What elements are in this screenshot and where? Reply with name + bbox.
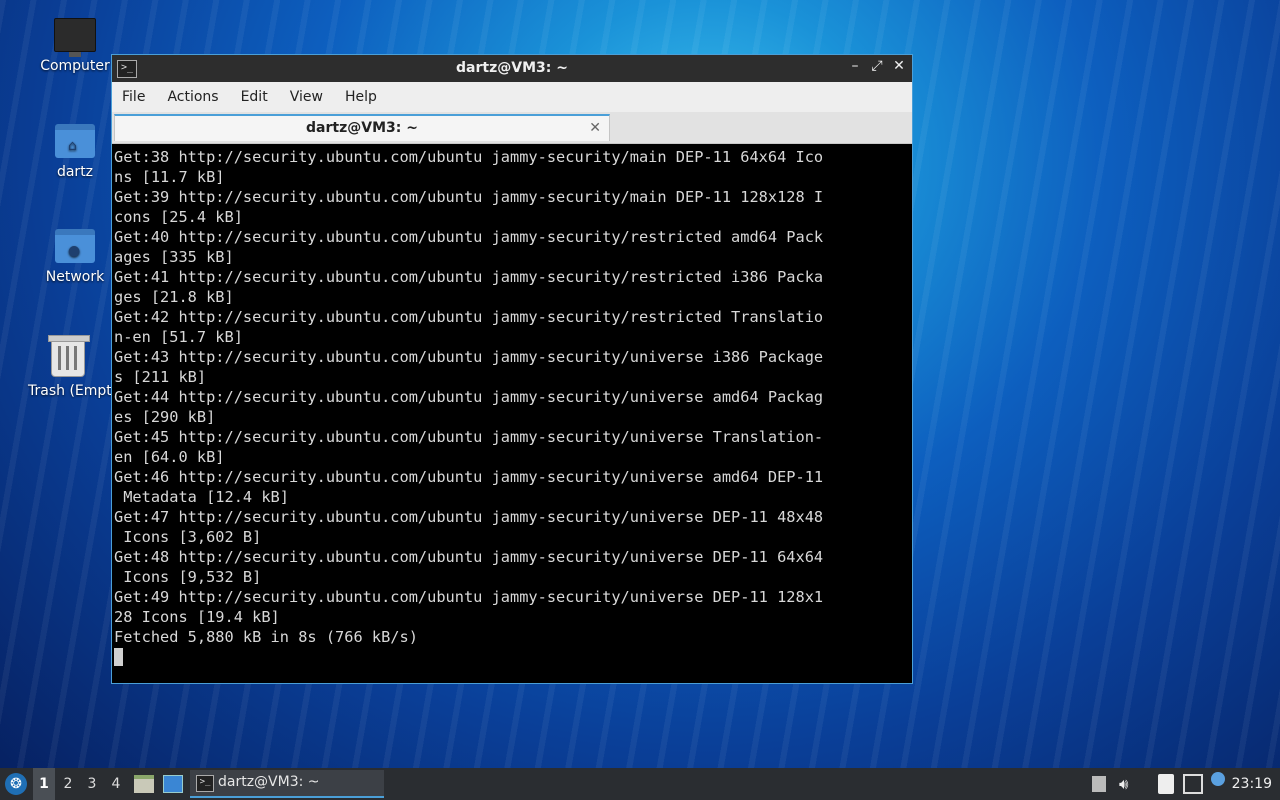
desktop-icon-computer[interactable]: Computer — [25, 18, 125, 74]
eject-icon[interactable] — [1092, 776, 1106, 792]
window-controls: – ⤢ ✕ — [848, 58, 906, 74]
computer-icon — [54, 18, 96, 57]
menu-file[interactable]: File — [122, 89, 145, 105]
terminal-line: s [211 kB] — [114, 368, 207, 386]
taskbar-task-terminal[interactable]: >_ dartz@VM3: ~ — [190, 770, 384, 798]
trash-icon — [48, 335, 90, 377]
tab-label: dartz@VM3: ~ — [306, 120, 418, 136]
terminal-cursor — [114, 648, 123, 666]
workspace-2[interactable]: 2 — [57, 768, 79, 800]
terminal-line: ns [11.7 kB] — [114, 168, 225, 186]
menu-actions[interactable]: Actions — [167, 89, 218, 105]
terminal-prompt-line[interactable] — [114, 647, 910, 667]
desktop-icon-label: Computer — [40, 58, 110, 74]
terminal-line: Icons [3,602 B] — [114, 528, 262, 546]
home-folder-icon: ⌂ — [55, 124, 95, 158]
terminal-line: Get:44 http://security.ubuntu.com/ubuntu… — [114, 388, 824, 406]
close-button[interactable]: ✕ — [892, 58, 906, 74]
menu-edit[interactable]: Edit — [241, 89, 268, 105]
clock[interactable]: 23:19 — [1232, 768, 1272, 800]
volume-icon[interactable]: 🔊︎ — [1119, 774, 1128, 794]
desktop-icon-trash[interactable]: Trash (Empty) — [25, 334, 111, 399]
desktop-icon-label: dartz — [56, 164, 94, 180]
terminal-line: 28 Icons [19.4 kB] — [114, 608, 280, 626]
network-folder-icon: ● — [55, 229, 95, 263]
tab-close-icon[interactable]: ✕ — [589, 116, 601, 140]
terminal-line: Get:47 http://security.ubuntu.com/ubuntu… — [114, 508, 824, 526]
terminal-line: ges [21.8 kB] — [114, 288, 234, 306]
workspace-1[interactable]: 1 — [33, 768, 55, 800]
workspace-4[interactable]: 4 — [105, 768, 127, 800]
tab-terminal[interactable]: dartz@VM3: ~ ✕ — [114, 114, 610, 141]
file-manager-icon[interactable] — [134, 775, 154, 793]
taskbar: ❂ 1 2 3 4 >_ dartz@VM3: ~ 🔊︎ 23:19 — [0, 768, 1280, 800]
app-menu-icon[interactable]: ❂ — [5, 773, 27, 795]
terminal-line: ages [335 kB] — [114, 248, 234, 266]
terminal-line: Get:39 http://security.ubuntu.com/ubuntu… — [114, 188, 824, 206]
terminal-line: en [64.0 kB] — [114, 448, 225, 466]
workspace-3[interactable]: 3 — [81, 768, 103, 800]
desktop-icon-network[interactable]: ● Network — [25, 229, 125, 285]
desktop-icon-home[interactable]: ⌂ dartz — [25, 124, 125, 180]
terminal-line: Get:48 http://security.ubuntu.com/ubuntu… — [114, 548, 824, 566]
terminal-line: Get:38 http://security.ubuntu.com/ubuntu… — [114, 148, 824, 166]
terminal-window[interactable]: >_ dartz@VM3: ~ – ⤢ ✕ File Actions Edit … — [111, 54, 913, 684]
terminal-icon: >_ — [196, 775, 214, 792]
update-notifier-icon[interactable] — [1211, 772, 1225, 786]
terminal-line: es [290 kB] — [114, 408, 216, 426]
menu-bar: File Actions Edit View Help — [112, 82, 912, 112]
menu-view[interactable]: View — [290, 89, 323, 105]
maximize-button[interactable]: ⤢ — [870, 58, 884, 74]
tab-bar: dartz@VM3: ~ ✕ — [112, 112, 912, 144]
window-titlebar[interactable]: >_ dartz@VM3: ~ – ⤢ ✕ — [112, 55, 912, 82]
terminal-line: n-en [51.7 kB] — [114, 328, 243, 346]
terminal-line: Get:41 http://security.ubuntu.com/ubuntu… — [114, 268, 824, 286]
terminal-line: Icons [9,532 B] — [114, 568, 262, 586]
task-label: dartz@VM3: ~ — [218, 774, 320, 790]
desktop-icon-label: Network — [45, 269, 105, 285]
terminal-line: Get:49 http://security.ubuntu.com/ubuntu… — [114, 588, 824, 606]
terminal-line: Get:42 http://security.ubuntu.com/ubuntu… — [114, 308, 824, 326]
terminal-line: Get:46 http://security.ubuntu.com/ubuntu… — [114, 468, 824, 486]
terminal-output[interactable]: Get:38 http://security.ubuntu.com/ubuntu… — [114, 147, 910, 679]
terminal-line: Fetched 5,880 kB in 8s (766 kB/s) — [114, 628, 418, 646]
terminal-line: Get:43 http://security.ubuntu.com/ubuntu… — [114, 348, 824, 366]
minimize-button[interactable]: – — [848, 58, 862, 74]
terminal-line: Get:40 http://security.ubuntu.com/ubuntu… — [114, 228, 824, 246]
terminal-line: Metadata [12.4 kB] — [114, 488, 289, 506]
desktop-icon-label: Trash (Empty) — [28, 383, 111, 399]
terminal-line: Get:45 http://security.ubuntu.com/ubuntu… — [114, 428, 824, 446]
window-title: dartz@VM3: ~ — [456, 60, 568, 76]
show-desktop-icon[interactable] — [163, 775, 183, 793]
network-icon[interactable] — [1183, 774, 1203, 794]
clipboard-icon[interactable] — [1158, 774, 1174, 794]
terminal-line: cons [25.4 kB] — [114, 208, 243, 226]
menu-help[interactable]: Help — [345, 89, 377, 105]
